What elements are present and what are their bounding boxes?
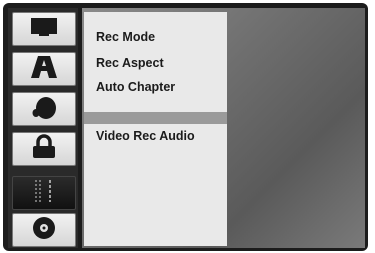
menu-item-auto-chapter[interactable]: Auto Chapter bbox=[96, 80, 175, 94]
menu-group-top: Rec Mode Rec Aspect Auto Chapter bbox=[84, 12, 227, 112]
sidebar-item-disc[interactable] bbox=[12, 213, 76, 247]
menu-divider bbox=[84, 112, 227, 124]
disc-icon bbox=[30, 215, 58, 246]
menu-group-bottom: Video Rec Audio bbox=[84, 124, 227, 246]
recording-icon bbox=[30, 178, 58, 209]
sidebar-item-audio[interactable] bbox=[12, 92, 76, 126]
menu-item-video-rec-audio[interactable]: Video Rec Audio bbox=[96, 129, 195, 143]
menu-item-rec-mode[interactable]: Rec Mode bbox=[96, 30, 155, 44]
lock-icon bbox=[30, 133, 58, 165]
sidebar-item-lock[interactable] bbox=[12, 132, 76, 166]
sidebar-item-display[interactable] bbox=[12, 12, 76, 46]
sidebar-item-recording[interactable] bbox=[12, 176, 76, 210]
audio-icon bbox=[29, 94, 59, 125]
sidebar-item-language[interactable] bbox=[12, 52, 76, 86]
language-icon bbox=[30, 54, 58, 85]
tv-icon bbox=[29, 16, 59, 43]
menu-item-rec-aspect[interactable]: Rec Aspect bbox=[96, 56, 164, 70]
setup-category-sidebar bbox=[8, 8, 78, 248]
osd-setup-screen: Rec Mode Rec Aspect Auto Chapter Video R… bbox=[0, 0, 375, 253]
